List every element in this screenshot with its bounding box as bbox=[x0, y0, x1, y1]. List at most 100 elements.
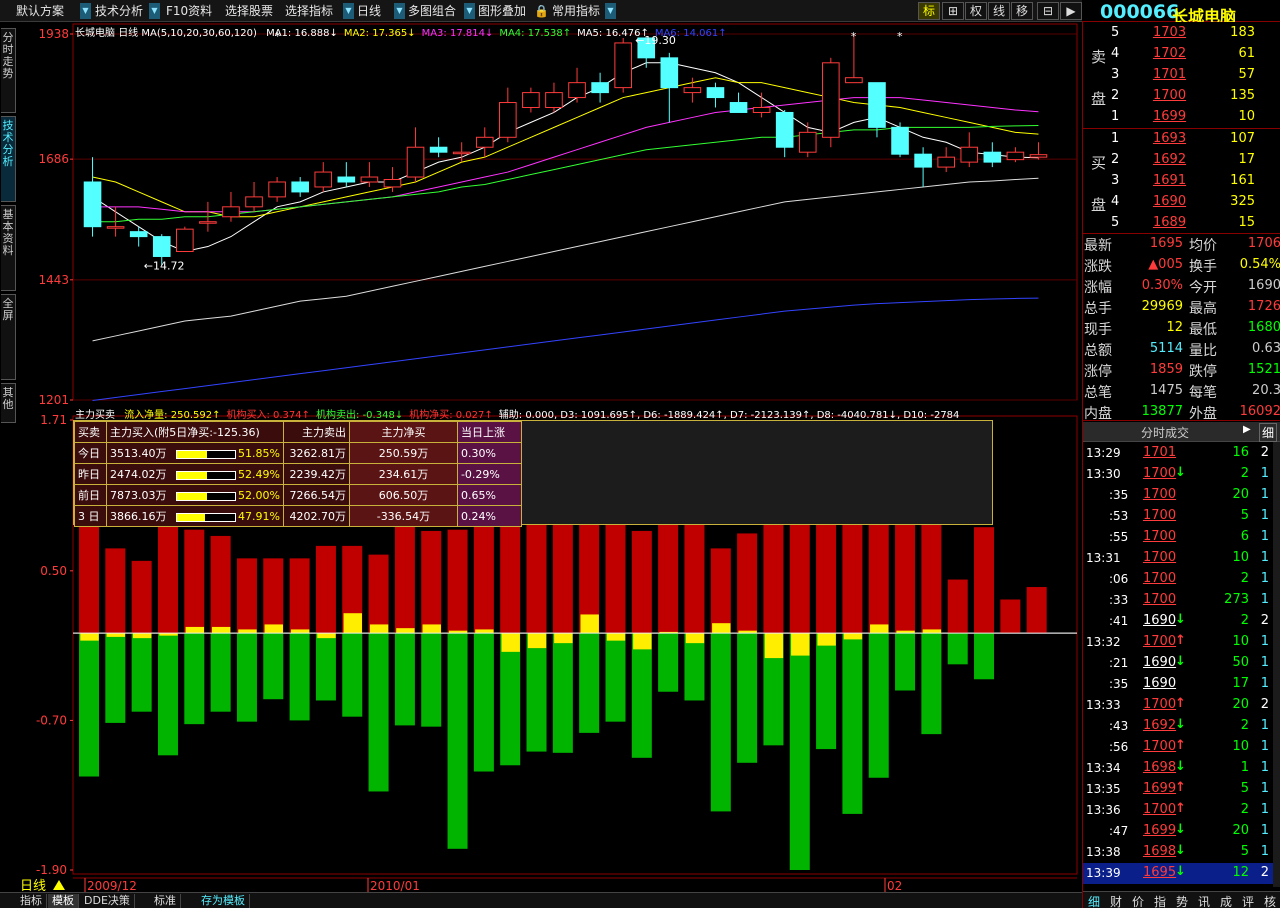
panel-up-cell: 0.65% bbox=[456, 484, 522, 506]
arrow-down-icon: ↓ bbox=[1175, 843, 1186, 858]
right-tab[interactable]: 评 bbox=[1242, 893, 1254, 908]
default-scheme-menu[interactable]: 默认方案 bbox=[16, 2, 64, 20]
candle-body bbox=[614, 42, 632, 89]
level-price: 1691 bbox=[1153, 173, 1187, 188]
trade-volume: 2 bbox=[1240, 802, 1249, 817]
side-tabs: 分时走势 技术分析 基本资料 全屏 其他 bbox=[0, 22, 17, 892]
trade-count: 2 bbox=[1260, 445, 1269, 460]
daily-period-menu[interactable]: 日线 bbox=[357, 2, 381, 20]
trade-row[interactable]: 13:33 1700 ↑ 20 2 bbox=[1083, 695, 1273, 716]
stock-code: 000066 bbox=[1100, 1, 1180, 23]
multi-chart-menu[interactable]: 多图组合 bbox=[408, 2, 456, 20]
level-number: 3 bbox=[1111, 67, 1120, 82]
quote-row: 涨幅 0.30% 今开 1690 bbox=[1083, 276, 1280, 297]
trade-row[interactable]: :47 1699 ↓ 20 1 bbox=[1083, 821, 1273, 842]
trade-time: :35 bbox=[1109, 677, 1129, 691]
inst-buy-bar bbox=[421, 530, 442, 634]
mark-icon[interactable]: 标 bbox=[918, 2, 940, 20]
trade-row[interactable]: 13:31 1700 10 1 bbox=[1083, 548, 1273, 569]
f10-menu[interactable]: F10资料 bbox=[166, 2, 212, 20]
trade-row[interactable]: 13:35 1699 ↑ 5 1 bbox=[1083, 779, 1273, 800]
level-number: 2 bbox=[1111, 88, 1120, 103]
level-price: 1699 bbox=[1153, 109, 1187, 124]
right-tab[interactable]: 财 bbox=[1110, 893, 1122, 908]
level-volume: 135 bbox=[1230, 88, 1255, 103]
lock-icon[interactable]: 🔒 bbox=[534, 2, 549, 20]
chevron-down-icon[interactable]: ▼ bbox=[80, 3, 91, 19]
select-stock-menu[interactable]: 选择股票 bbox=[225, 2, 273, 20]
chevron-down-icon[interactable]: ▼ bbox=[605, 3, 616, 19]
trade-row[interactable]: :43 1692 ↓ 2 1 bbox=[1083, 716, 1273, 737]
buy-ratio-bar bbox=[176, 491, 236, 501]
trade-row[interactable]: :56 1700 ↑ 10 1 bbox=[1083, 737, 1273, 758]
trade-row[interactable]: 13:38 1698 ↓ 5 1 bbox=[1083, 842, 1273, 863]
candle-body bbox=[1029, 154, 1048, 158]
inst-buy-bar bbox=[210, 535, 231, 634]
line-button[interactable]: 线 bbox=[988, 2, 1010, 20]
trade-row[interactable]: 13:39 1695 ↓ 12 2 bbox=[1083, 863, 1273, 884]
trade-row[interactable]: :55 1700 6 1 bbox=[1083, 527, 1273, 548]
panel-buy-cell: 3513.40万 51.85% bbox=[106, 442, 284, 464]
trade-price: 1695 bbox=[1143, 865, 1177, 880]
trade-count: 1 bbox=[1260, 655, 1269, 670]
trade-row[interactable]: 13:29 1701 16 2 bbox=[1083, 443, 1273, 464]
right-tab[interactable]: 细 bbox=[1088, 893, 1100, 908]
tab-fullscreen[interactable]: 全屏 bbox=[1, 294, 16, 380]
inst-sell-bar bbox=[394, 633, 415, 726]
trade-count: 1 bbox=[1260, 739, 1269, 754]
chevron-down-icon[interactable]: ▼ bbox=[464, 3, 475, 19]
grid-icon[interactable]: ⊞ bbox=[942, 2, 964, 20]
minimize-icon[interactable]: ⊟ bbox=[1037, 2, 1059, 20]
tab-intraday[interactable]: 分时走势 bbox=[1, 28, 16, 113]
tab-dde[interactable]: DDE决策 bbox=[80, 894, 135, 908]
trade-row[interactable]: :35 1690 17 1 bbox=[1083, 674, 1273, 695]
right-tab[interactable]: 核 bbox=[1264, 893, 1276, 908]
trade-row[interactable]: :41 1690 ↓ 2 2 bbox=[1083, 611, 1273, 632]
tab-other[interactable]: 其他 bbox=[1, 383, 16, 423]
rights-button[interactable]: 权 bbox=[965, 2, 987, 20]
trade-row[interactable]: :35 1700 20 1 bbox=[1083, 485, 1273, 506]
tab-indicator[interactable]: 指标 bbox=[16, 894, 47, 908]
chart-overlay-menu[interactable]: 图形叠加 bbox=[478, 2, 526, 20]
buy-ratio-bar bbox=[176, 512, 236, 522]
trade-row[interactable]: :33 1700 273 1 bbox=[1083, 590, 1273, 611]
detail-button[interactable]: 细 bbox=[1259, 423, 1278, 442]
tab-technical[interactable]: 技术分析 bbox=[1, 116, 16, 202]
select-indicator-menu[interactable]: 选择指标 bbox=[285, 2, 333, 20]
chart-area[interactable]: 1938 1686 1443 1201 1.71 0.50 -0.70 -1.90 ←19.30… bbox=[17, 22, 1082, 892]
right-tab[interactable]: 讯 bbox=[1198, 893, 1210, 908]
play-icon[interactable]: ▶ bbox=[1243, 424, 1251, 435]
trade-row[interactable]: 13:36 1700 ↑ 2 1 bbox=[1083, 800, 1273, 821]
date-tick-label: 2010/01 bbox=[370, 879, 420, 892]
play-icon[interactable]: ▶ bbox=[1060, 2, 1082, 20]
tab-basic-info[interactable]: 基本资料 bbox=[1, 205, 16, 291]
trade-count: 1 bbox=[1260, 634, 1269, 649]
trades-scrollbar[interactable] bbox=[1273, 442, 1280, 887]
arrow-down-icon: ↓ bbox=[1175, 612, 1186, 627]
level-number: 1 bbox=[1111, 109, 1120, 124]
right-tab[interactable]: 指 bbox=[1154, 893, 1166, 908]
trade-row[interactable]: :53 1700 5 1 bbox=[1083, 506, 1273, 527]
tab-template[interactable]: 模板 bbox=[48, 894, 79, 908]
technical-analysis-menu[interactable]: 技术分析 bbox=[95, 2, 143, 20]
right-tab[interactable]: 价 bbox=[1132, 893, 1144, 908]
chevron-down-icon[interactable]: ▼ bbox=[343, 3, 354, 19]
trade-row[interactable]: 13:32 1700 ↑ 10 1 bbox=[1083, 632, 1273, 653]
inst-sell-bar bbox=[184, 633, 205, 725]
col-header-side: 买卖 bbox=[74, 421, 107, 443]
trade-row[interactable]: :21 1690 ↓ 50 1 bbox=[1083, 653, 1273, 674]
trade-row[interactable]: 13:30 1700 ↓ 2 1 bbox=[1083, 464, 1273, 485]
inst-sell-bar bbox=[500, 633, 521, 766]
move-button[interactable]: 移 bbox=[1011, 2, 1033, 20]
trade-row[interactable]: :06 1700 2 1 bbox=[1083, 569, 1273, 590]
candle-body bbox=[360, 176, 379, 183]
save-template-button[interactable]: 存为模板 bbox=[197, 894, 250, 908]
right-tab[interactable]: 成 bbox=[1220, 893, 1232, 908]
trade-volume: 10 bbox=[1232, 550, 1249, 565]
trade-row[interactable]: 13:34 1698 ↓ 1 1 bbox=[1083, 758, 1273, 779]
common-indicator-menu[interactable]: 常用指标 bbox=[552, 2, 600, 20]
chevron-down-icon[interactable]: ▼ bbox=[394, 3, 405, 19]
chevron-down-icon[interactable]: ▼ bbox=[149, 3, 160, 19]
tab-standard[interactable]: 标准 bbox=[150, 894, 181, 908]
right-tab[interactable]: 势 bbox=[1176, 893, 1188, 908]
